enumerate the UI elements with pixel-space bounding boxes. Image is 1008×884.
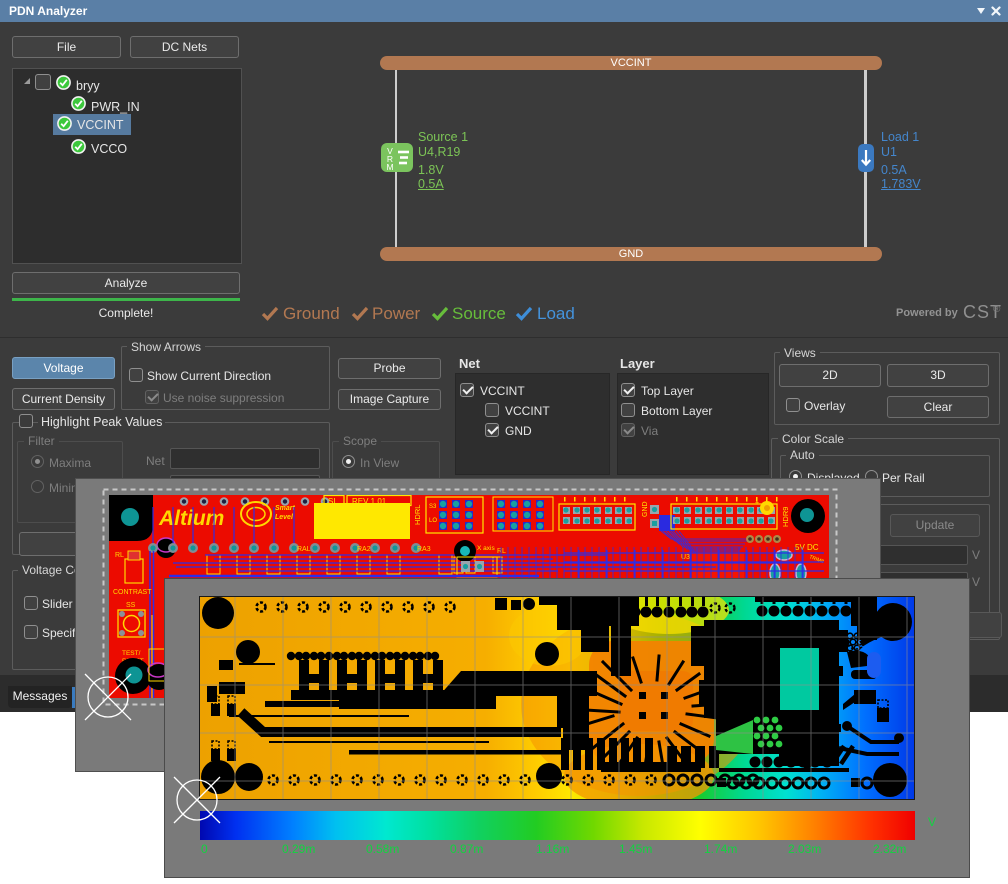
svg-text:HDR9: HDR9 (781, 507, 790, 527)
svg-text:5V DC: 5V DC (795, 543, 819, 552)
svg-text:+: + (755, 500, 759, 507)
svg-text:SL: SL (328, 497, 338, 506)
svg-text:REV 1.01: REV 1.01 (352, 497, 387, 506)
svg-text:RA2: RA2 (357, 546, 371, 553)
svg-text:SS: SS (126, 602, 136, 609)
svg-text:TEST/: TEST/ (122, 650, 141, 657)
svg-text:U3: U3 (681, 554, 690, 561)
svg-text:Level: Level (275, 514, 294, 521)
svg-text:RL: RL (497, 548, 506, 555)
svg-text:Smart: Smart (275, 505, 296, 512)
svg-text:CONTRAST: CONTRAST (113, 589, 152, 596)
svg-text:RL: RL (115, 552, 124, 559)
svg-text:S3: S3 (429, 504, 437, 510)
svg-text:X axis: X axis (477, 545, 495, 552)
svg-text:RA3: RA3 (417, 546, 431, 553)
svg-text:M: M (386, 162, 393, 172)
svg-text:GND: GND (642, 501, 649, 517)
svg-text:HDRL: HDRL (413, 505, 422, 525)
svg-text:RAL: RAL (297, 546, 311, 553)
svg-text:LO: LO (429, 518, 437, 524)
